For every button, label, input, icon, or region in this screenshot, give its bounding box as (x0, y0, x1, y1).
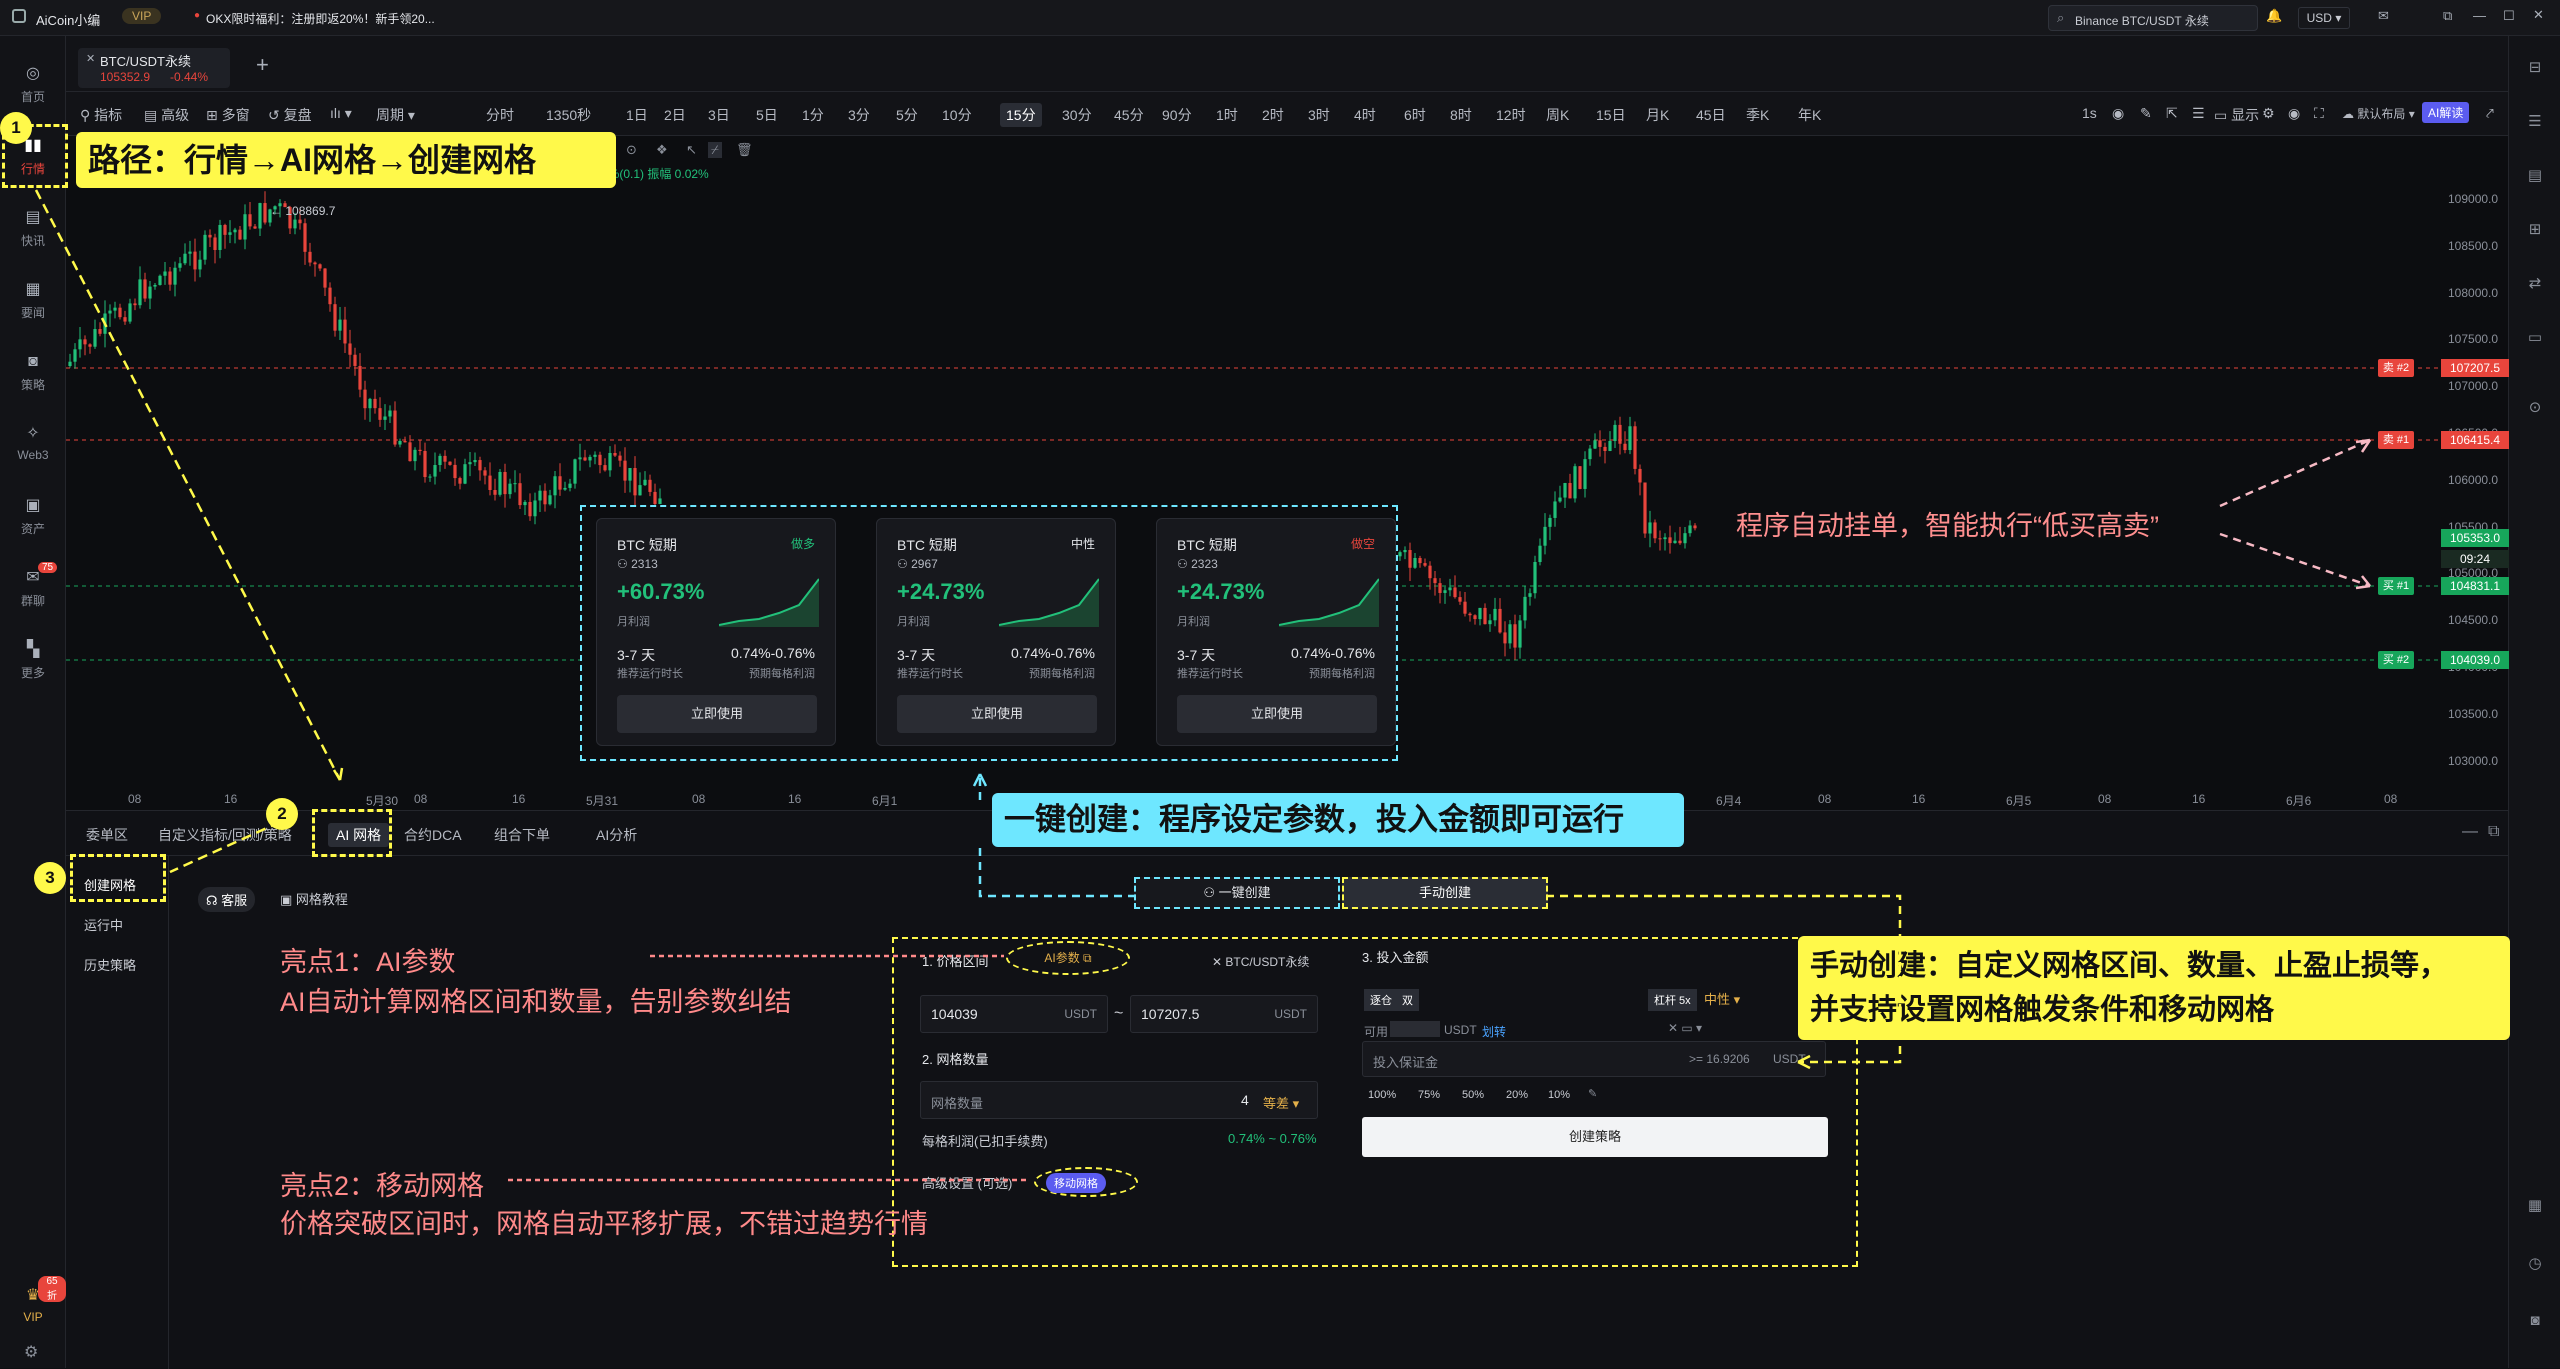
connector-overlay (34, 189, 2372, 1182)
